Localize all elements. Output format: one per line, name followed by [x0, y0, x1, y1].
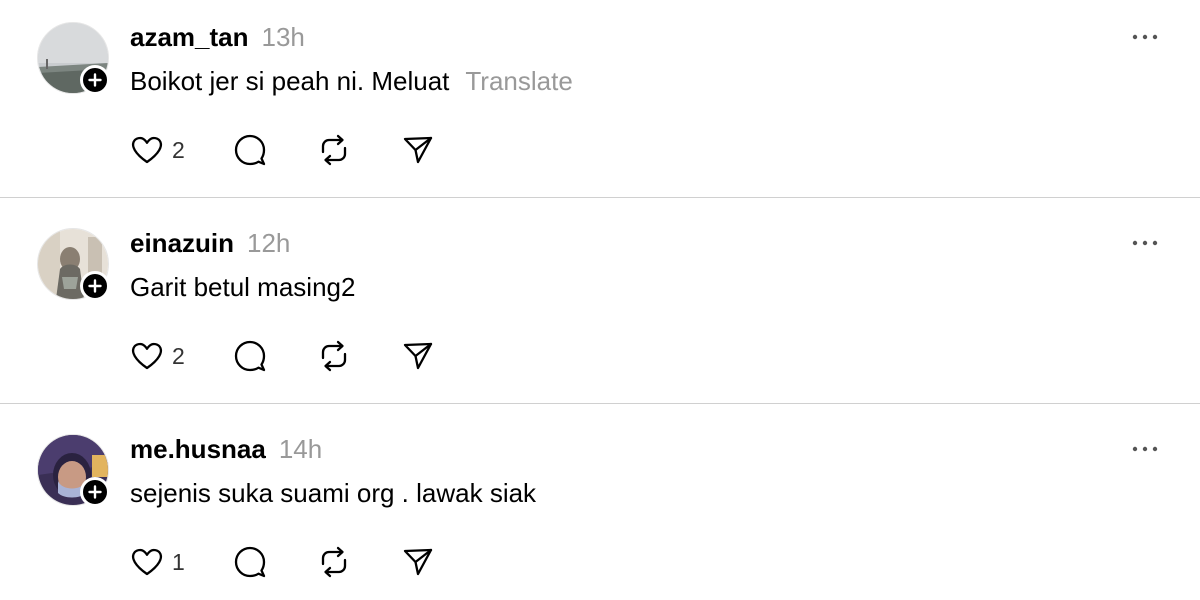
- translate-link[interactable]: Translate: [465, 66, 572, 97]
- plus-icon: [88, 485, 102, 499]
- action-bar: 1: [130, 545, 450, 579]
- comment-icon: [234, 340, 266, 372]
- send-icon: [403, 136, 433, 164]
- avatar-container: [37, 228, 110, 301]
- reply-post: azam_tan 13h Boikot jer si peah ni. Melu…: [0, 0, 1200, 205]
- post-header: einazuin 12h: [130, 228, 290, 260]
- reply-post: einazuin 12h Garit betul masing2 2: [0, 206, 1200, 411]
- reply-post: me.husnaa 14h sejenis suka suami org . l…: [0, 412, 1200, 600]
- more-options-icon: [1132, 240, 1158, 246]
- plus-icon: [88, 73, 102, 87]
- username[interactable]: azam_tan: [130, 22, 249, 53]
- comment-button[interactable]: [233, 339, 267, 373]
- share-button[interactable]: [401, 133, 435, 167]
- more-options-icon: [1132, 34, 1158, 40]
- divider: [0, 403, 1200, 404]
- avatar-container: [37, 22, 110, 95]
- heart-icon: [131, 548, 163, 576]
- divider: [0, 197, 1200, 198]
- plus-icon: [88, 279, 102, 293]
- timestamp: 12h: [247, 228, 291, 258]
- repost-icon: [321, 134, 347, 166]
- like-button[interactable]: 1: [130, 545, 185, 579]
- action-bar: 2: [130, 133, 450, 167]
- repost-button[interactable]: [316, 545, 352, 579]
- more-options-button[interactable]: [1128, 26, 1162, 48]
- send-icon: [403, 342, 433, 370]
- timestamp: 13h: [261, 22, 305, 52]
- post-text: Boikot jer si peah ni. Meluat: [130, 66, 450, 96]
- username[interactable]: me.husnaa: [130, 434, 266, 465]
- post-body: Garit betul masing2: [130, 272, 355, 306]
- more-options-button[interactable]: [1128, 438, 1162, 460]
- post-body: sejenis suka suami org . lawak siak: [130, 478, 536, 512]
- avatar-container: [37, 434, 110, 507]
- comment-button[interactable]: [233, 133, 267, 167]
- follow-button[interactable]: [80, 271, 110, 301]
- heart-icon: [131, 342, 163, 370]
- action-bar: 2: [130, 339, 450, 373]
- post-text: sejenis suka suami org . lawak siak: [130, 478, 537, 508]
- share-button[interactable]: [401, 545, 435, 579]
- repost-button[interactable]: [316, 339, 352, 373]
- repost-button[interactable]: [316, 133, 352, 167]
- follow-button[interactable]: [80, 65, 110, 95]
- like-count: 1: [172, 548, 185, 575]
- more-options-icon: [1132, 446, 1158, 452]
- share-button[interactable]: [401, 339, 435, 373]
- timestamp: 14h: [278, 434, 323, 464]
- heart-icon: [131, 136, 163, 164]
- more-options-button[interactable]: [1128, 232, 1162, 254]
- like-count: 2: [172, 342, 185, 369]
- post-text: Garit betul masing2: [130, 272, 356, 302]
- comment-button[interactable]: [233, 545, 267, 579]
- username[interactable]: einazuin: [130, 228, 234, 259]
- comment-icon: [234, 546, 266, 578]
- send-icon: [403, 548, 433, 576]
- like-count: 2: [172, 136, 185, 163]
- post-body: Boikot jer si peah ni. Meluat Translate: [130, 66, 573, 100]
- reply-feed: azam_tan 13h Boikot jer si peah ni. Melu…: [0, 0, 1200, 600]
- post-header: me.husnaa 14h: [130, 434, 322, 466]
- follow-button[interactable]: [80, 477, 110, 507]
- comment-icon: [234, 134, 266, 166]
- like-button[interactable]: 2: [130, 133, 185, 167]
- post-header: azam_tan 13h: [130, 22, 305, 54]
- like-button[interactable]: 2: [130, 339, 185, 373]
- repost-icon: [321, 340, 347, 372]
- repost-icon: [321, 546, 347, 578]
